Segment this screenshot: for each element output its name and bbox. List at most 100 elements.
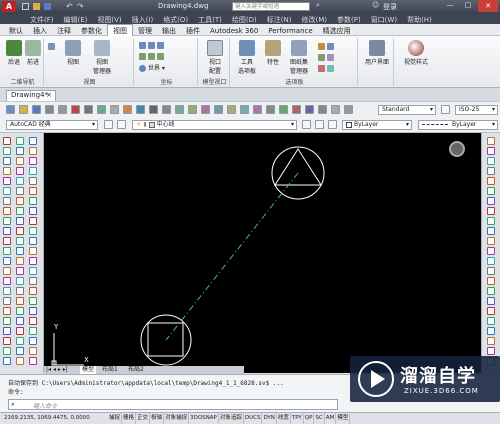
menu-item[interactable]: 绘图(D) bbox=[232, 16, 257, 24]
draw-tool-icon[interactable] bbox=[3, 217, 11, 225]
toolbar-tool-icon[interactable] bbox=[32, 105, 41, 114]
draw-tool-icon[interactable] bbox=[3, 247, 11, 255]
toolbar-tool-icon[interactable] bbox=[305, 105, 314, 114]
draw-tool-icon[interactable] bbox=[29, 307, 37, 315]
toolbar-tool-icon[interactable] bbox=[6, 105, 15, 114]
draw-tool-icon[interactable] bbox=[16, 157, 24, 165]
menu-item[interactable]: 文件(F) bbox=[30, 16, 54, 24]
draw-tool-icon[interactable] bbox=[29, 327, 37, 335]
ucs-origin-button[interactable] bbox=[139, 52, 166, 61]
modify-tool-icon[interactable] bbox=[487, 267, 495, 275]
app-logo-icon[interactable]: A bbox=[2, 1, 16, 12]
draw-tool-icon[interactable] bbox=[3, 197, 11, 205]
draw-tool-icon[interactable] bbox=[16, 337, 24, 345]
toolbar-tool-icon[interactable] bbox=[58, 105, 67, 114]
toolbar-tool-icon[interactable] bbox=[318, 105, 327, 114]
command-input[interactable]: ✕ 键入命令 bbox=[8, 399, 338, 410]
search-input[interactable]: 键入关键字或短语 bbox=[232, 2, 310, 11]
modify-tool-icon[interactable] bbox=[487, 157, 495, 165]
draw-tool-icon[interactable] bbox=[29, 337, 37, 345]
draw-tool-icon[interactable] bbox=[16, 287, 24, 295]
draw-tool-icon[interactable] bbox=[3, 237, 11, 245]
draw-tool-icon[interactable] bbox=[3, 177, 11, 185]
menu-item[interactable]: 修改(M) bbox=[301, 16, 327, 24]
draw-tool-icon[interactable] bbox=[16, 267, 24, 275]
sheet-set-button[interactable]: 图纸集 管理器 bbox=[286, 40, 312, 75]
minimize-button[interactable]: — bbox=[442, 1, 458, 11]
toolbar-tool-icon[interactable] bbox=[253, 105, 262, 114]
draw-tool-icon[interactable] bbox=[29, 287, 37, 295]
modify-tool-icon[interactable] bbox=[487, 137, 495, 145]
draw-tool-icon[interactable] bbox=[29, 347, 37, 355]
modify-tool-icon[interactable] bbox=[487, 257, 495, 265]
status-toggle[interactable]: 捕捉 bbox=[108, 413, 123, 424]
draw-tool-icon[interactable] bbox=[29, 267, 37, 275]
menu-item[interactable]: 工具(T) bbox=[198, 16, 222, 24]
menu-item[interactable]: 窗口(W) bbox=[371, 16, 397, 24]
draw-tool-icon[interactable] bbox=[16, 207, 24, 215]
tab-layout2[interactable]: 布局2 bbox=[128, 366, 144, 374]
modify-tool-icon[interactable] bbox=[487, 197, 495, 205]
properties-button[interactable]: 特性 bbox=[262, 40, 284, 66]
palette-small-1[interactable] bbox=[318, 42, 336, 51]
tab-model[interactable]: 模型 bbox=[80, 366, 97, 374]
user-icon[interactable]: ☺ bbox=[372, 1, 379, 9]
draw-tool-icon[interactable] bbox=[29, 227, 37, 235]
modify-tool-icon[interactable] bbox=[487, 147, 495, 155]
toolbar-tool-icon[interactable] bbox=[149, 105, 158, 114]
draw-tool-icon[interactable] bbox=[3, 297, 11, 305]
draw-tool-icon[interactable] bbox=[29, 277, 37, 285]
modify-tool-icon[interactable] bbox=[487, 187, 495, 195]
toolbar-tool-icon[interactable] bbox=[136, 105, 145, 114]
menu-item[interactable]: 插入(I) bbox=[132, 16, 154, 24]
status-toggle[interactable]: QP bbox=[304, 413, 315, 424]
draw-tool-icon[interactable] bbox=[16, 227, 24, 235]
draw-tool-icon[interactable] bbox=[29, 177, 37, 185]
toolbar-tool-icon[interactable] bbox=[292, 105, 301, 114]
linetype-dropdown[interactable]: ByLayer ▾ bbox=[418, 120, 498, 130]
palette-small-2[interactable] bbox=[318, 53, 336, 62]
toolbar-tool-icon[interactable] bbox=[188, 105, 197, 114]
dim-style-dropdown[interactable]: ISO-25 ▾ bbox=[455, 105, 498, 115]
workspace-dropdown[interactable]: AutoCAD 经典 ▾ bbox=[6, 120, 98, 130]
toolbar-tool-icon[interactable] bbox=[227, 105, 236, 114]
dim-style-icon[interactable] bbox=[441, 105, 450, 114]
draw-tool-icon[interactable] bbox=[16, 327, 24, 335]
menu-item[interactable]: 帮助(H) bbox=[407, 16, 432, 24]
status-toggle[interactable]: 3DOSNAP bbox=[189, 413, 219, 424]
draw-tool-icon[interactable] bbox=[16, 137, 24, 145]
close-tab-icon[interactable]: × bbox=[46, 91, 52, 100]
menu-item[interactable]: 格式(O) bbox=[163, 16, 188, 24]
navigation-wheel-icon[interactable] bbox=[449, 141, 465, 157]
draw-tool-icon[interactable] bbox=[3, 347, 11, 355]
toolbar-tool-icon[interactable] bbox=[279, 105, 288, 114]
draw-tool-icon[interactable] bbox=[16, 347, 24, 355]
menu-item[interactable]: 视图(V) bbox=[97, 16, 121, 24]
status-toggle[interactable]: DUCS bbox=[244, 413, 263, 424]
draw-tool-icon[interactable] bbox=[16, 247, 24, 255]
modify-tool-icon[interactable] bbox=[487, 237, 495, 245]
draw-tool-icon[interactable] bbox=[29, 297, 37, 305]
draw-tool-icon[interactable] bbox=[16, 307, 24, 315]
menu-item[interactable]: 编辑(E) bbox=[64, 16, 88, 24]
modify-tool-icon[interactable] bbox=[487, 167, 495, 175]
draw-tool-icon[interactable] bbox=[3, 167, 11, 175]
modify-tool-icon[interactable] bbox=[487, 177, 495, 185]
view-cube-icon[interactable] bbox=[48, 42, 57, 51]
status-toggle[interactable]: 对象捕捉 bbox=[164, 413, 190, 424]
draw-tool-icon[interactable] bbox=[3, 157, 11, 165]
toolbar-tool-icon[interactable] bbox=[110, 105, 119, 114]
draw-tool-icon[interactable] bbox=[16, 167, 24, 175]
toolbar-tool-icon[interactable] bbox=[201, 105, 210, 114]
drawing-canvas[interactable]: Y X bbox=[44, 133, 481, 373]
status-toggle[interactable]: 模型 bbox=[336, 413, 351, 424]
redo-icon[interactable]: ↷ bbox=[77, 2, 84, 11]
toolbar-tool-icon[interactable] bbox=[45, 105, 54, 114]
toolbar-tool-icon[interactable] bbox=[123, 105, 132, 114]
world-dropdown[interactable]: 世界 ▾ bbox=[139, 64, 165, 73]
draw-tool-icon[interactable] bbox=[16, 177, 24, 185]
draw-tool-icon[interactable] bbox=[3, 277, 11, 285]
draw-tool-icon[interactable] bbox=[16, 147, 24, 155]
modify-tool-icon[interactable] bbox=[487, 227, 495, 235]
layer-dropdown[interactable]: ☀ ▮ 中心线 ▾ bbox=[132, 120, 297, 130]
